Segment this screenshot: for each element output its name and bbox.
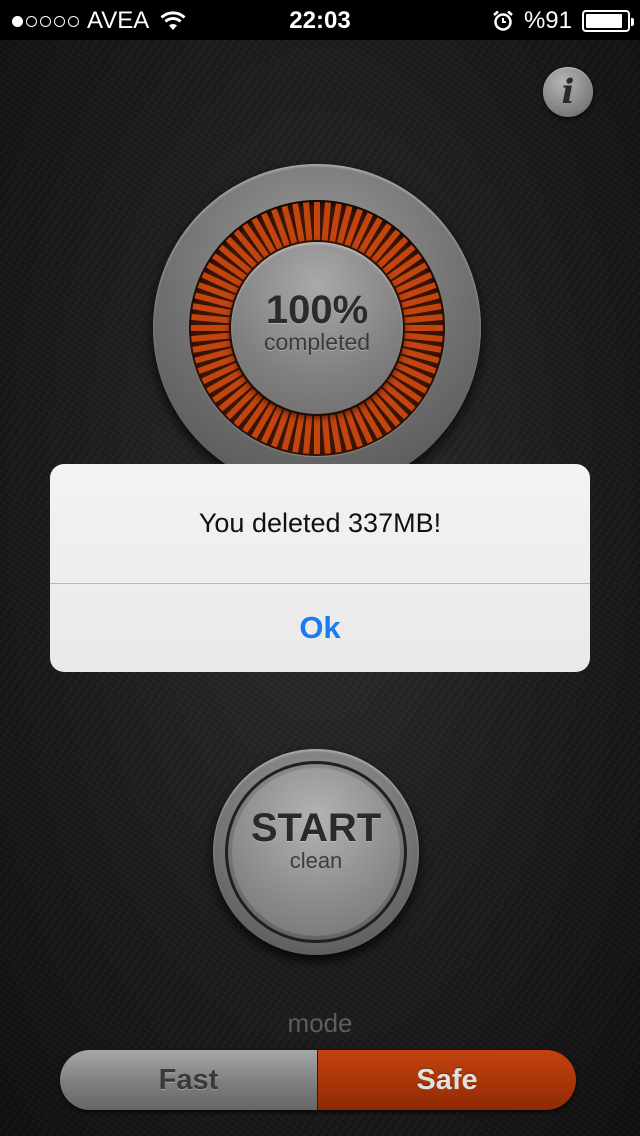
progress-tick [191,332,230,342]
start-button-ring: START clean [225,761,407,943]
alarm-icon [493,10,513,31]
progress-gauge: 100% completed [153,164,481,492]
progress-percent: 100% [265,288,369,332]
start-sublabel: clean [289,848,343,873]
progress-tick [321,202,331,241]
battery-fill [586,14,623,28]
mode-option-safe[interactable]: Safe [317,1050,576,1110]
progress-tick [191,314,230,324]
mode-option-fast[interactable]: Fast [60,1050,317,1110]
progress-tick [403,340,442,353]
progress-tick [404,314,443,324]
progress-tick [292,414,305,453]
start-label: START [250,806,382,850]
info-button[interactable]: i [543,67,593,117]
alert-message: You deleted 337MB! [198,508,442,538]
status-bar: AVEA 22:03 %91 [0,0,640,40]
alert-dialog: You deleted 337MB! Ok [50,464,590,672]
alert-ok-button[interactable]: Ok [50,584,590,672]
info-icon: i [561,72,575,112]
progress-tick [292,203,305,242]
battery-icon [582,10,634,32]
start-button-face: START clean [232,768,400,936]
progress-tick [403,303,442,316]
mode-label: mode [287,1008,353,1038]
progress-tick [303,202,313,241]
progress-tick [329,203,342,242]
progress-tick [192,303,231,316]
progress-tick [404,332,443,342]
progress-tick [321,415,331,454]
progress-center: 100% completed [231,242,403,414]
progress-tick [303,415,313,454]
status-right: %91 [492,7,634,35]
mode-switch[interactable]: Fast Safe [60,1050,576,1110]
progress-tick [192,340,231,353]
progress-caption: completed [263,329,371,355]
battery-percent: %91 [523,7,572,34]
progress-tick [329,414,342,453]
start-clean-button[interactable]: START clean [213,749,419,955]
